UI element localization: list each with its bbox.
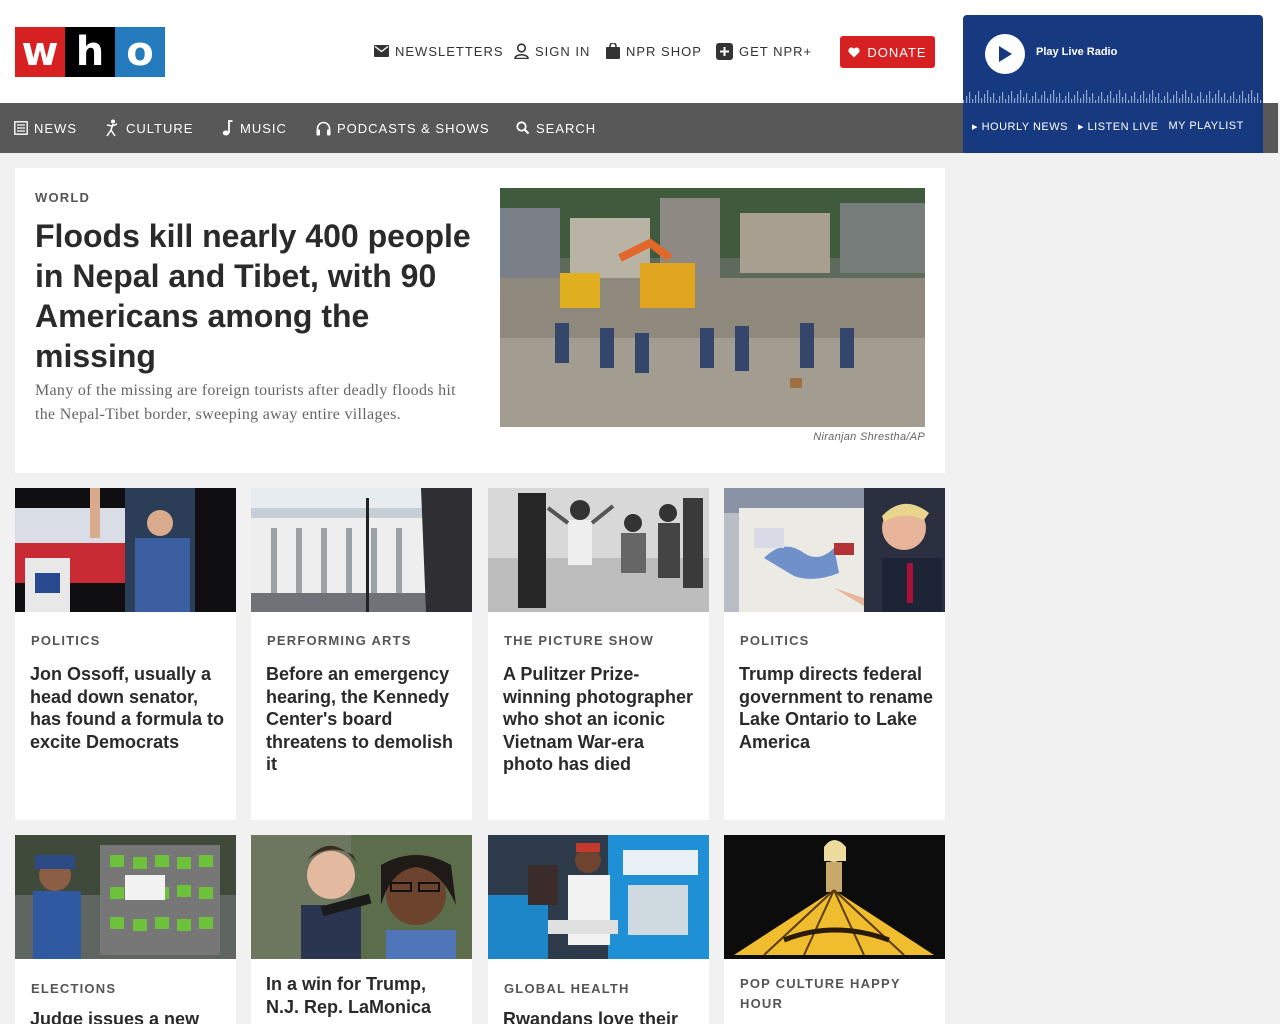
story-headline[interactable]: Jon Ossoff, usually a head down senator,… [30,663,225,753]
headphones-icon [316,121,331,135]
story-kicker[interactable]: ELECTIONS [31,979,221,999]
my-playlist-label: MY PLAYLIST [1168,120,1244,132]
story-kicker[interactable]: PERFORMING ARTS [267,631,457,651]
logo-letter-h: h [65,27,115,77]
heart-icon [848,47,861,57]
story-card[interactable]: POLITICS Trump directs federal governmen… [724,488,945,820]
story-card[interactable]: POP CULTURE HAPPY HOUR [724,835,945,1024]
hero-kicker[interactable]: WORLD [35,190,90,205]
main-nav: NEWS CULTURE MUSIC PODCASTS & SHOWS SEAR… [0,103,963,153]
story-card[interactable]: POLITICS Jon Ossoff, usually a head down… [15,488,236,820]
hero-teaser: Many of the missing are foreign tourists… [35,382,456,423]
hourly-news-label: HOURLY NEWS [981,121,1068,133]
story-headline[interactable]: In a win for Trump, N.J. Rep. LaMonica [266,973,461,1018]
story-thumbnail[interactable] [724,835,945,959]
story-kicker[interactable]: POLITICS [740,631,930,651]
nav-item-news[interactable]: NEWS [14,103,77,153]
shop-label: NPR SHOP [626,43,702,59]
story-headline[interactable]: Trump directs federal government to rena… [739,663,934,753]
hourly-news-link[interactable]: ▸ HOURLY NEWS [972,120,1068,133]
story-thumbnail[interactable] [15,835,236,959]
sign-in-link[interactable]: SIGN IN [514,40,590,62]
listen-live-label: LISTEN LIVE [1087,121,1159,133]
my-playlist-link[interactable]: MY PLAYLIST [1168,120,1243,133]
live-radio-widget: Play Live Radio ▸ HOURLY NEWS ▸ LISTEN L… [963,15,1263,153]
plus-box-icon [716,42,733,60]
story-card[interactable]: ELECTIONS Judge issues a new [15,835,236,1024]
npr-plus-link[interactable]: GET NPR+ [716,40,812,62]
nav-label-news: NEWS [34,120,77,136]
nav-item-music[interactable]: MUSIC [222,103,287,153]
story-card[interactable]: THE PICTURE SHOW A Pulitzer Prize-winnin… [488,488,709,820]
nav-item-culture[interactable]: CULTURE [104,103,193,153]
nav-label-culture: CULTURE [126,120,194,136]
story-headline[interactable]: A Pulitzer Prize-winning photographer wh… [503,663,698,776]
story-card[interactable]: GLOBAL HEALTH Rwandans love their [488,835,709,1024]
culture-icon [106,119,118,137]
story-thumbnail[interactable] [488,488,709,612]
play-live-radio-label[interactable]: Play Live Radio [1036,46,1117,58]
story-card[interactable]: In a win for Trump, N.J. Rep. LaMonica [251,835,472,1024]
story-thumbnail[interactable] [251,488,472,612]
sign-in-label: SIGN IN [535,43,591,59]
shopping-bag-icon [606,43,620,59]
radio-links: ▸ HOURLY NEWS ▸ LISTEN LIVE MY PLAYLIST [972,120,1244,133]
nav-label-music: MUSIC [240,120,287,136]
story-headline[interactable]: Judge issues a new [30,1008,225,1024]
shop-link[interactable]: NPR SHOP [606,40,702,62]
story-thumbnail[interactable] [251,835,472,959]
search-icon [516,121,530,135]
hero-image-credit: Niranjan Shrestha/AP [813,431,925,443]
hero-story: WORLD Floods kill nearly 400 people in N… [15,168,945,473]
hero-headline[interactable]: Floods kill nearly 400 people in Nepal a… [35,216,475,376]
envelope-icon [374,45,389,57]
audio-waveform-graphic [963,90,1262,103]
site-logo[interactable]: w h o [15,27,165,77]
music-note-icon [222,120,233,136]
npr-plus-label: GET NPR+ [739,43,813,59]
user-icon [514,43,529,59]
nav-label-podcasts: PODCASTS & SHOWS [337,120,490,136]
story-kicker[interactable]: POP CULTURE HAPPY HOUR [740,974,930,1014]
nav-item-search[interactable]: SEARCH [516,103,596,153]
play-icon [999,46,1012,62]
logo-letter-w: w [15,27,65,77]
donate-button[interactable]: DONATE [840,36,935,68]
newsletters-label: NEWSLETTERS [395,43,504,59]
nav-edge [1263,103,1278,153]
story-thumbnail[interactable] [724,488,945,612]
story-kicker[interactable]: THE PICTURE SHOW [504,631,694,651]
listen-live-link[interactable]: ▸ LISTEN LIVE [1078,120,1159,133]
story-headline[interactable]: Before an emergency hearing, the Kennedy… [266,663,461,776]
newsletters-link[interactable]: NEWSLETTERS [374,40,504,62]
story-thumbnail[interactable] [15,488,236,612]
story-headline[interactable]: Rwandans love their [503,1008,698,1024]
nav-item-podcasts[interactable]: PODCASTS & SHOWS [316,103,490,153]
story-thumbnail[interactable] [488,835,709,959]
story-kicker[interactable]: GLOBAL HEALTH [504,979,694,999]
story-card[interactable]: PERFORMING ARTS Before an emergency hear… [251,488,472,820]
hero-image[interactable] [500,188,925,427]
story-kicker[interactable]: POLITICS [31,631,221,651]
nav-label-search: SEARCH [536,120,597,136]
play-live-radio-button[interactable] [985,34,1025,74]
news-icon [14,121,28,135]
logo-letter-o: o [115,27,165,77]
donate-label: DONATE [867,44,927,60]
